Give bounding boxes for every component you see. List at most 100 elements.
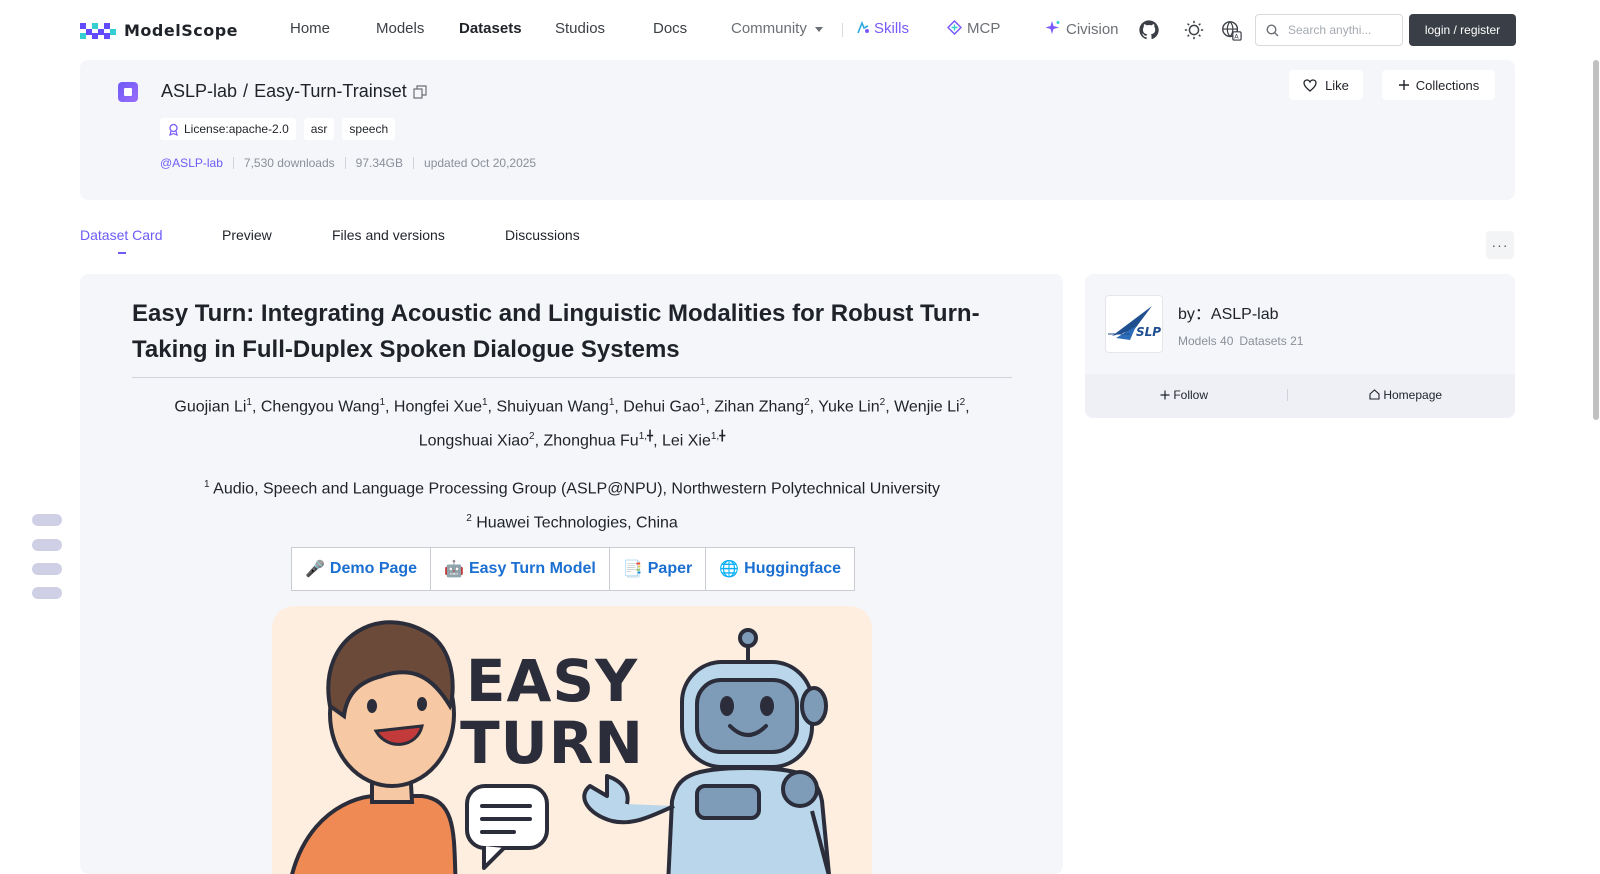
tab-dataset-card[interactable]: Dataset Card xyxy=(80,227,162,243)
tag-license[interactable]: License:apache-2.0 xyxy=(160,118,296,140)
speech-bubble xyxy=(465,784,549,870)
plus-icon xyxy=(1398,80,1409,90)
paper-icon: 📑 xyxy=(622,561,643,578)
tag-asr[interactable]: asr xyxy=(303,118,335,140)
toc-item[interactable] xyxy=(32,563,62,575)
nav-skills-label: Skills xyxy=(874,20,910,37)
globe-icon: 🌐 xyxy=(719,561,740,578)
owner-link[interactable]: @ASLP-lab xyxy=(160,156,223,170)
nav-skills[interactable]: Skills xyxy=(856,20,909,37)
skills-icon xyxy=(857,20,869,34)
robot-icon: 🤖 xyxy=(444,561,464,578)
actions-divider xyxy=(1287,389,1288,401)
owner-datasets-count[interactable]: Datasets 21 xyxy=(1239,334,1303,348)
owner-avatar[interactable]: SLP xyxy=(1105,295,1163,353)
aslp-logo-icon: SLP xyxy=(1108,306,1161,340)
dataset-icon xyxy=(118,82,138,102)
hero-title-line-1: EASY xyxy=(465,647,639,715)
author-separator: , xyxy=(965,398,970,416)
author-affiliation-sup: 1,╋ xyxy=(710,431,726,443)
more-icon: ··· xyxy=(1491,237,1509,253)
hero-title-line-2: TURN xyxy=(460,709,644,777)
like-label: Like xyxy=(1325,77,1349,93)
like-button[interactable]: Like xyxy=(1289,70,1363,100)
affiliation-1: 1 Audio, Speech and Language Processing … xyxy=(132,470,1012,504)
author-separator: , xyxy=(885,398,895,416)
dataset-meta: @ASLP-lab 7,530 downloads 97.34GB update… xyxy=(160,156,536,170)
nav-docs[interactable]: Docs xyxy=(653,20,687,37)
easy-turn-model-link[interactable]: 🤖 Easy Turn Model xyxy=(431,548,610,590)
title-rule xyxy=(132,377,1012,378)
nav-studios[interactable]: Studios xyxy=(555,20,605,37)
more-options-button[interactable]: ··· xyxy=(1486,231,1514,259)
author-name: Zihan Zhang xyxy=(714,398,805,416)
language-icon[interactable]: A xyxy=(1220,19,1242,41)
author-separator: , xyxy=(385,398,394,416)
author-list: Guojian Li1, Chengyou Wang1, Hongfei Xue… xyxy=(132,388,1012,457)
nav-models[interactable]: Models xyxy=(376,20,424,37)
page-scrollbar-thumb[interactable] xyxy=(1593,60,1599,420)
homepage-label: Homepage xyxy=(1383,388,1443,402)
collections-button[interactable]: Collections xyxy=(1382,70,1495,100)
top-nav: ModelScope Home Models Datasets Studios … xyxy=(0,0,1600,60)
toc-item[interactable] xyxy=(32,587,62,599)
follow-button[interactable]: Follow xyxy=(1160,388,1208,402)
nav-home[interactable]: Home xyxy=(290,20,330,37)
dataset-owner[interactable]: ASLP-lab xyxy=(161,81,237,102)
mcp-icon xyxy=(946,19,963,36)
toc-item[interactable] xyxy=(32,539,62,551)
github-icon[interactable] xyxy=(1138,19,1160,41)
author-separator: , xyxy=(534,432,544,450)
tab-files-and-versions[interactable]: Files and versions xyxy=(332,227,445,243)
heart-icon xyxy=(1303,78,1317,92)
homepage-button[interactable]: Homepage xyxy=(1369,388,1442,402)
authors-line-1: Guojian Li1, Chengyou Wang1, Hongfei Xue… xyxy=(132,388,1012,422)
modelscope-logo[interactable]: ModelScope xyxy=(80,18,238,42)
owner-actions: Follow Homepage xyxy=(1085,374,1515,418)
demo-page-label: Demo Page xyxy=(329,560,418,577)
affiliation-1-text: Audio, Speech and Language Processing Gr… xyxy=(213,480,940,498)
search-input[interactable] xyxy=(1286,21,1396,39)
meta-divider xyxy=(232,157,234,169)
tag-speech[interactable]: speech xyxy=(342,118,396,140)
follow-label: Follow xyxy=(1173,388,1209,402)
owner-models-count[interactable]: Models 40 xyxy=(1178,334,1233,348)
copy-icon[interactable] xyxy=(413,84,427,99)
resource-links: 🎤 Demo Page 🤖 Easy Turn Model 📑 Paper 🌐 Hugg… xyxy=(291,547,856,591)
author-name: Dehui Gao xyxy=(623,398,700,416)
demo-page-link[interactable]: 🎤 Demo Page xyxy=(292,548,432,590)
meta-divider xyxy=(344,157,346,169)
author-name: Chengyou Wang xyxy=(260,398,380,416)
nav-civision[interactable]: Civision xyxy=(1045,20,1119,38)
nav-datasets[interactable]: Datasets xyxy=(459,20,522,37)
nav-civision-label: Civision xyxy=(1066,21,1119,38)
modelscope-logo-icon xyxy=(80,23,116,39)
hero-title: EASY TURN xyxy=(452,650,652,774)
owner-card: SLP by：ASLP-lab Models 40 Datasets 21 Fo… xyxy=(1085,274,1515,418)
affiliation-2-text: Huawei Technologies, China xyxy=(476,514,678,532)
toc-item[interactable] xyxy=(32,514,62,526)
person-figure xyxy=(290,620,458,874)
paper-title: Easy Turn: Integrating Acoustic and Ling… xyxy=(132,300,980,363)
author-separator: , xyxy=(251,398,261,416)
chevron-down-icon xyxy=(814,26,823,32)
tab-discussions[interactable]: Discussions xyxy=(505,227,580,243)
author-separator: , xyxy=(614,398,624,416)
search-box[interactable] xyxy=(1255,14,1403,46)
author-name: Yuke Lin xyxy=(818,398,880,416)
huggingface-link[interactable]: 🌐 Huggingface xyxy=(706,548,854,590)
nav-community-label: Community xyxy=(731,20,807,37)
tab-preview[interactable]: Preview xyxy=(222,227,272,243)
tag-list: License:apache-2.0 asr speech xyxy=(160,118,396,140)
logo-text: ModelScope xyxy=(124,20,239,40)
home-icon xyxy=(1369,389,1380,400)
owner-name[interactable]: by：ASLP-lab xyxy=(1178,300,1279,324)
login-register-button[interactable]: login / register xyxy=(1409,14,1516,46)
paper-label: Paper xyxy=(647,560,693,577)
nav-community[interactable]: Community xyxy=(731,20,823,37)
paper-link[interactable]: 📑 Paper xyxy=(610,548,707,590)
theme-toggle-icon[interactable] xyxy=(1183,19,1205,41)
dataset-card-content: Easy Turn: Integrating Acoustic and Ling… xyxy=(80,274,1063,874)
download-count: 7,530 downloads xyxy=(243,156,335,170)
nav-mcp[interactable]: MCP xyxy=(946,19,1000,37)
